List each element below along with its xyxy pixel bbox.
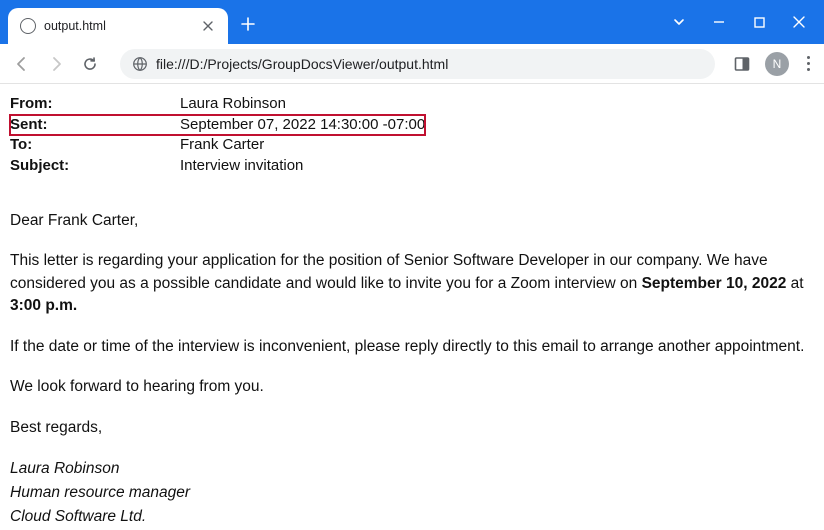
- sent-label: Sent:: [10, 115, 180, 136]
- sig-company: Cloud Software Ltd.: [10, 505, 810, 529]
- maximize-icon[interactable]: [750, 13, 768, 31]
- subject-value: Interview invitation: [180, 156, 425, 177]
- sig-title: Human resource manager: [10, 481, 810, 505]
- browser-toolbar: file:///D:/Projects/GroupDocsViewer/outp…: [0, 44, 824, 84]
- header-row-sent: Sent: September 07, 2022 14:30:00 -07:00: [10, 115, 425, 136]
- window-controls: [670, 0, 818, 44]
- header-row-from: From: Laura Robinson: [10, 94, 425, 115]
- tab-close-icon[interactable]: [200, 18, 216, 34]
- tab-title: output.html: [44, 19, 200, 33]
- page-content: From: Laura Robinson Sent: September 07,…: [0, 84, 824, 530]
- greeting: Dear Frank Carter,: [10, 210, 810, 232]
- url-text: file:///D:/Projects/GroupDocsViewer/outp…: [156, 56, 703, 72]
- header-row-to: To: Frank Carter: [10, 135, 425, 156]
- to-label: To:: [10, 135, 180, 156]
- sent-value: September 07, 2022 14:30:00 -07:00: [180, 115, 425, 136]
- forward-button[interactable]: [44, 52, 68, 76]
- email-body: Dear Frank Carter, This letter is regard…: [10, 210, 810, 529]
- from-label: From:: [10, 94, 180, 115]
- menu-kebab-icon[interactable]: [803, 52, 814, 75]
- subject-label: Subject:: [10, 156, 180, 177]
- interview-time: 3:00 p.m.: [10, 297, 77, 314]
- back-button[interactable]: [10, 52, 34, 76]
- reload-button[interactable]: [78, 52, 102, 76]
- body-p2: If the date or time of the interview is …: [10, 336, 810, 358]
- close-icon[interactable]: [790, 13, 808, 31]
- body-p3: We look forward to hearing from you.: [10, 376, 810, 398]
- from-value: Laura Robinson: [180, 94, 425, 115]
- reading-mode-icon[interactable]: [733, 55, 751, 73]
- globe-icon: [132, 56, 148, 72]
- body-p1: This letter is regarding your applicatio…: [10, 250, 810, 317]
- browser-titlebar: output.html: [0, 0, 824, 44]
- tab-favicon-globe-icon: [20, 18, 36, 34]
- email-headers: From: Laura Robinson Sent: September 07,…: [10, 94, 425, 176]
- closing: Best regards,: [10, 417, 810, 439]
- profile-avatar[interactable]: N: [765, 52, 789, 76]
- chevron-down-icon[interactable]: [670, 13, 688, 31]
- new-tab-button[interactable]: [234, 10, 262, 38]
- interview-date: September 10, 2022: [642, 275, 787, 292]
- profile-letter: N: [773, 57, 782, 71]
- browser-tab[interactable]: output.html: [8, 8, 228, 44]
- signature: Laura Robinson Human resource manager Cl…: [10, 457, 810, 529]
- header-row-subject: Subject: Interview invitation: [10, 156, 425, 177]
- minimize-icon[interactable]: [710, 13, 728, 31]
- address-bar[interactable]: file:///D:/Projects/GroupDocsViewer/outp…: [120, 49, 715, 79]
- to-value: Frank Carter: [180, 135, 425, 156]
- sig-name: Laura Robinson: [10, 457, 810, 481]
